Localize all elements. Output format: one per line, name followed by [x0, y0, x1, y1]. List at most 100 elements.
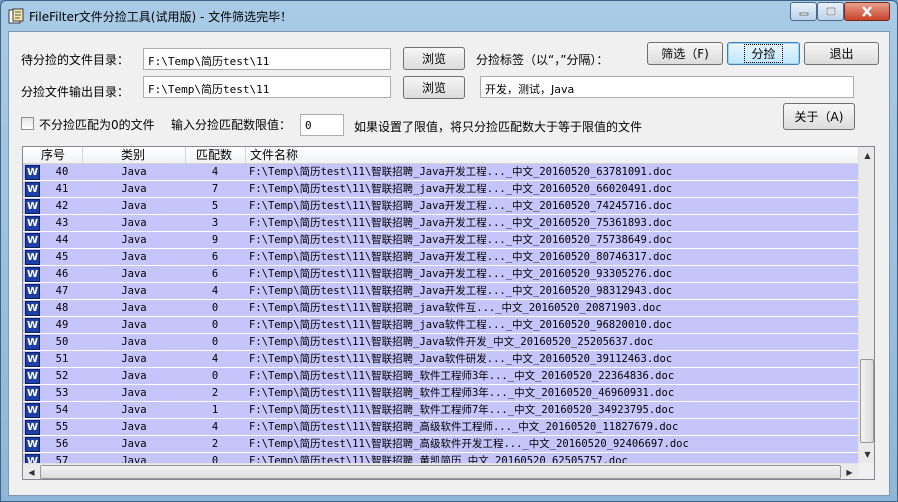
- sort-button[interactable]: 分捡: [727, 42, 800, 65]
- file-list[interactable]: 序号 类别 匹配数 文件名称 W 40 Java 4 F:\Temp\简历test\11…: [22, 146, 875, 480]
- table-row[interactable]: W 41 Java 7 F:\Temp\简历test\11\智联招聘_java开发工程.…: [23, 181, 858, 198]
- table-row[interactable]: W 44 Java 9 F:\Temp\简历test\11\智联招聘_Java开发工程.…: [23, 232, 858, 249]
- row-type: Java: [121, 370, 147, 382]
- minimize-button[interactable]: [790, 2, 817, 21]
- table-row[interactable]: W 52 Java 0 F:\Temp\简历test\11\智联招聘_软件工程师3年..…: [23, 368, 858, 385]
- list-rows: W 40 Java 4 F:\Temp\简历test\11\智联招聘_Java开发工程.…: [23, 164, 858, 464]
- table-row[interactable]: W 53 Java 2 F:\Temp\简历test\11\智联招聘_软件工程师3年..…: [23, 385, 858, 402]
- row-seq: 51: [55, 353, 69, 365]
- row-seq: 41: [55, 183, 69, 195]
- threshold-hint: 如果设置了限值，将只分捡匹配数大于等于限值的文件: [354, 120, 643, 134]
- row-score: 6: [211, 251, 219, 263]
- scroll-down-arrow-icon[interactable]: ▼: [859, 446, 874, 463]
- row-seq: 40: [55, 166, 69, 178]
- row-filename: F:\Temp\简历test\11\智联招聘_软件工程师3年..._中文_201…: [249, 370, 675, 382]
- row-type: Java: [121, 200, 147, 212]
- column-header-score[interactable]: 匹配数: [186, 147, 246, 164]
- column-header-name[interactable]: 文件名称: [246, 147, 858, 164]
- window-title: FileFilter文件分捡工具(试用版) - 文件筛选完毕！: [29, 10, 293, 24]
- row-type: Java: [121, 183, 147, 195]
- table-row[interactable]: W 55 Java 4 F:\Temp\简历test\11\智联招聘_高级软件工程师..…: [23, 419, 858, 436]
- row-seq: 46: [55, 268, 69, 280]
- table-row[interactable]: W 42 Java 5 F:\Temp\简历test\11\智联招聘_Java开发工程.…: [23, 198, 858, 215]
- client-area: 待分捡的文件目录： F:\Temp\简历test\11 浏览 分捡标签（以“，”…: [8, 31, 890, 496]
- row-filename: F:\Temp\简历test\11\智联招聘_Java开发工程..._中文_20…: [249, 268, 673, 280]
- scroll-up-arrow-icon[interactable]: ▲: [859, 147, 874, 164]
- source-dir-input[interactable]: F:\Temp\简历test\11: [143, 48, 391, 70]
- row-filename: F:\Temp\简历test\11\智联招聘_高级软件工程师..._中文_201…: [249, 421, 679, 433]
- row-seq: 48: [55, 302, 69, 314]
- row-filename: F:\Temp\简历test\11\智联招聘_java开发工程..._中文_20…: [249, 183, 673, 195]
- row-type: Java: [121, 421, 147, 433]
- row-seq: 54: [55, 404, 69, 416]
- row-type: Java: [121, 268, 147, 280]
- table-row[interactable]: W 50 Java 0 F:\Temp\简历test\11\智联招聘_Java软件开发_…: [23, 334, 858, 351]
- exit-button[interactable]: 退出: [804, 42, 879, 65]
- row-filename: F:\Temp\简历test\11\智联招聘_软件工程师3年..._中文_201…: [249, 387, 675, 399]
- horizontal-scrollbar[interactable]: ◀ ▶: [23, 463, 858, 479]
- row-score: 2: [211, 438, 219, 450]
- title-bar[interactable]: FileFilter文件分捡工具(试用版) - 文件筛选完毕！: [1, 1, 897, 31]
- table-row[interactable]: W 47 Java 4 F:\Temp\简历test\11\智联招聘_Java开发工程.…: [23, 283, 858, 300]
- horizontal-scroll-thumb[interactable]: [40, 465, 841, 479]
- table-row[interactable]: W 49 Java 0 F:\Temp\简历test\11\智联招聘_java软件工程.…: [23, 317, 858, 334]
- list-header: 序号 类别 匹配数 文件名称: [23, 147, 858, 164]
- word-doc-icon: W: [25, 318, 40, 333]
- row-score: 9: [211, 234, 219, 246]
- row-type: Java: [121, 353, 147, 365]
- tags-label: 分捡标签（以“，”分隔）：: [476, 53, 609, 67]
- about-button[interactable]: 关于（A): [783, 103, 855, 130]
- filter-button-label: 筛选（F): [661, 47, 709, 61]
- skip-zero-checkbox[interactable]: [21, 117, 34, 130]
- word-doc-icon: W: [25, 267, 40, 282]
- row-filename: F:\Temp\简历test\11\智联招聘_Java软件研发..._中文_20…: [249, 353, 673, 365]
- row-seq: 50: [55, 336, 69, 348]
- table-row[interactable]: W 40 Java 4 F:\Temp\简历test\11\智联招聘_Java开发工程.…: [23, 164, 858, 181]
- column-header-type[interactable]: 类别: [83, 147, 186, 164]
- row-seq: 53: [55, 387, 69, 399]
- row-filename: F:\Temp\简历test\11\智联招聘_Java开发工程..._中文_20…: [249, 200, 673, 212]
- threshold-input[interactable]: 0: [300, 114, 344, 136]
- table-row[interactable]: W 45 Java 6 F:\Temp\简历test\11\智联招聘_Java开发工程.…: [23, 249, 858, 266]
- table-row[interactable]: W 54 Java 1 F:\Temp\简历test\11\智联招聘_软件工程师7年..…: [23, 402, 858, 419]
- row-filename: F:\Temp\简历test\11\智联招聘_高级软件开发工程..._中文_20…: [249, 438, 689, 450]
- main-window: FileFilter文件分捡工具(试用版) - 文件筛选完毕！ 待分捡的文件目录…: [0, 0, 898, 502]
- scroll-left-arrow-icon[interactable]: ◀: [23, 464, 40, 479]
- table-row[interactable]: W 48 Java 0 F:\Temp\简历test\11\智联招聘_java软件互..…: [23, 300, 858, 317]
- source-dir-label: 待分捡的文件目录：: [21, 53, 130, 67]
- row-type: Java: [121, 166, 147, 178]
- filter-button[interactable]: 筛选（F): [647, 42, 723, 65]
- app-icon: [8, 8, 24, 24]
- browse-source-label: 浏览: [421, 52, 446, 66]
- tags-input[interactable]: 开发，测试，Java: [480, 76, 854, 98]
- maximize-button[interactable]: [817, 2, 844, 21]
- scroll-right-arrow-icon[interactable]: ▶: [841, 464, 858, 479]
- table-row[interactable]: W 43 Java 3 F:\Temp\简历test\11\智联招聘_Java开发工程.…: [23, 215, 858, 232]
- column-header-seq[interactable]: 序号: [23, 147, 83, 164]
- table-row[interactable]: W 46 Java 6 F:\Temp\简历test\11\智联招聘_Java开发工程.…: [23, 266, 858, 283]
- row-seq: 45: [55, 251, 69, 263]
- row-score: 1: [211, 404, 219, 416]
- output-dir-input[interactable]: F:\Temp\简历test\11: [143, 76, 391, 98]
- about-button-label: 关于（A): [794, 110, 844, 124]
- word-doc-icon: W: [25, 199, 40, 214]
- browse-source-button[interactable]: 浏览: [403, 47, 465, 70]
- word-doc-icon: W: [25, 420, 40, 435]
- browse-output-button[interactable]: 浏览: [403, 76, 465, 99]
- word-doc-icon: W: [25, 301, 40, 316]
- browse-output-label: 浏览: [421, 81, 446, 95]
- row-filename: F:\Temp\简历test\11\智联招聘_Java开发工程..._中文_20…: [249, 234, 673, 246]
- row-seq: 49: [55, 319, 69, 331]
- table-row[interactable]: W 51 Java 4 F:\Temp\简历test\11\智联招聘_Java软件研发.…: [23, 351, 858, 368]
- table-row[interactable]: W 56 Java 2 F:\Temp\简历test\11\智联招聘_高级软件开发工程.…: [23, 436, 858, 453]
- maximize-icon: [825, 7, 836, 16]
- row-score: 5: [211, 200, 219, 212]
- row-score: 4: [211, 353, 219, 365]
- word-doc-icon: W: [25, 216, 40, 231]
- vertical-scrollbar[interactable]: ▲ ▼: [858, 147, 874, 463]
- row-type: Java: [121, 251, 147, 263]
- word-doc-icon: W: [25, 165, 40, 180]
- vertical-scroll-thumb[interactable]: [860, 359, 874, 443]
- close-button[interactable]: [844, 2, 890, 21]
- threshold-label: 输入分捡匹配数限值：: [171, 118, 292, 132]
